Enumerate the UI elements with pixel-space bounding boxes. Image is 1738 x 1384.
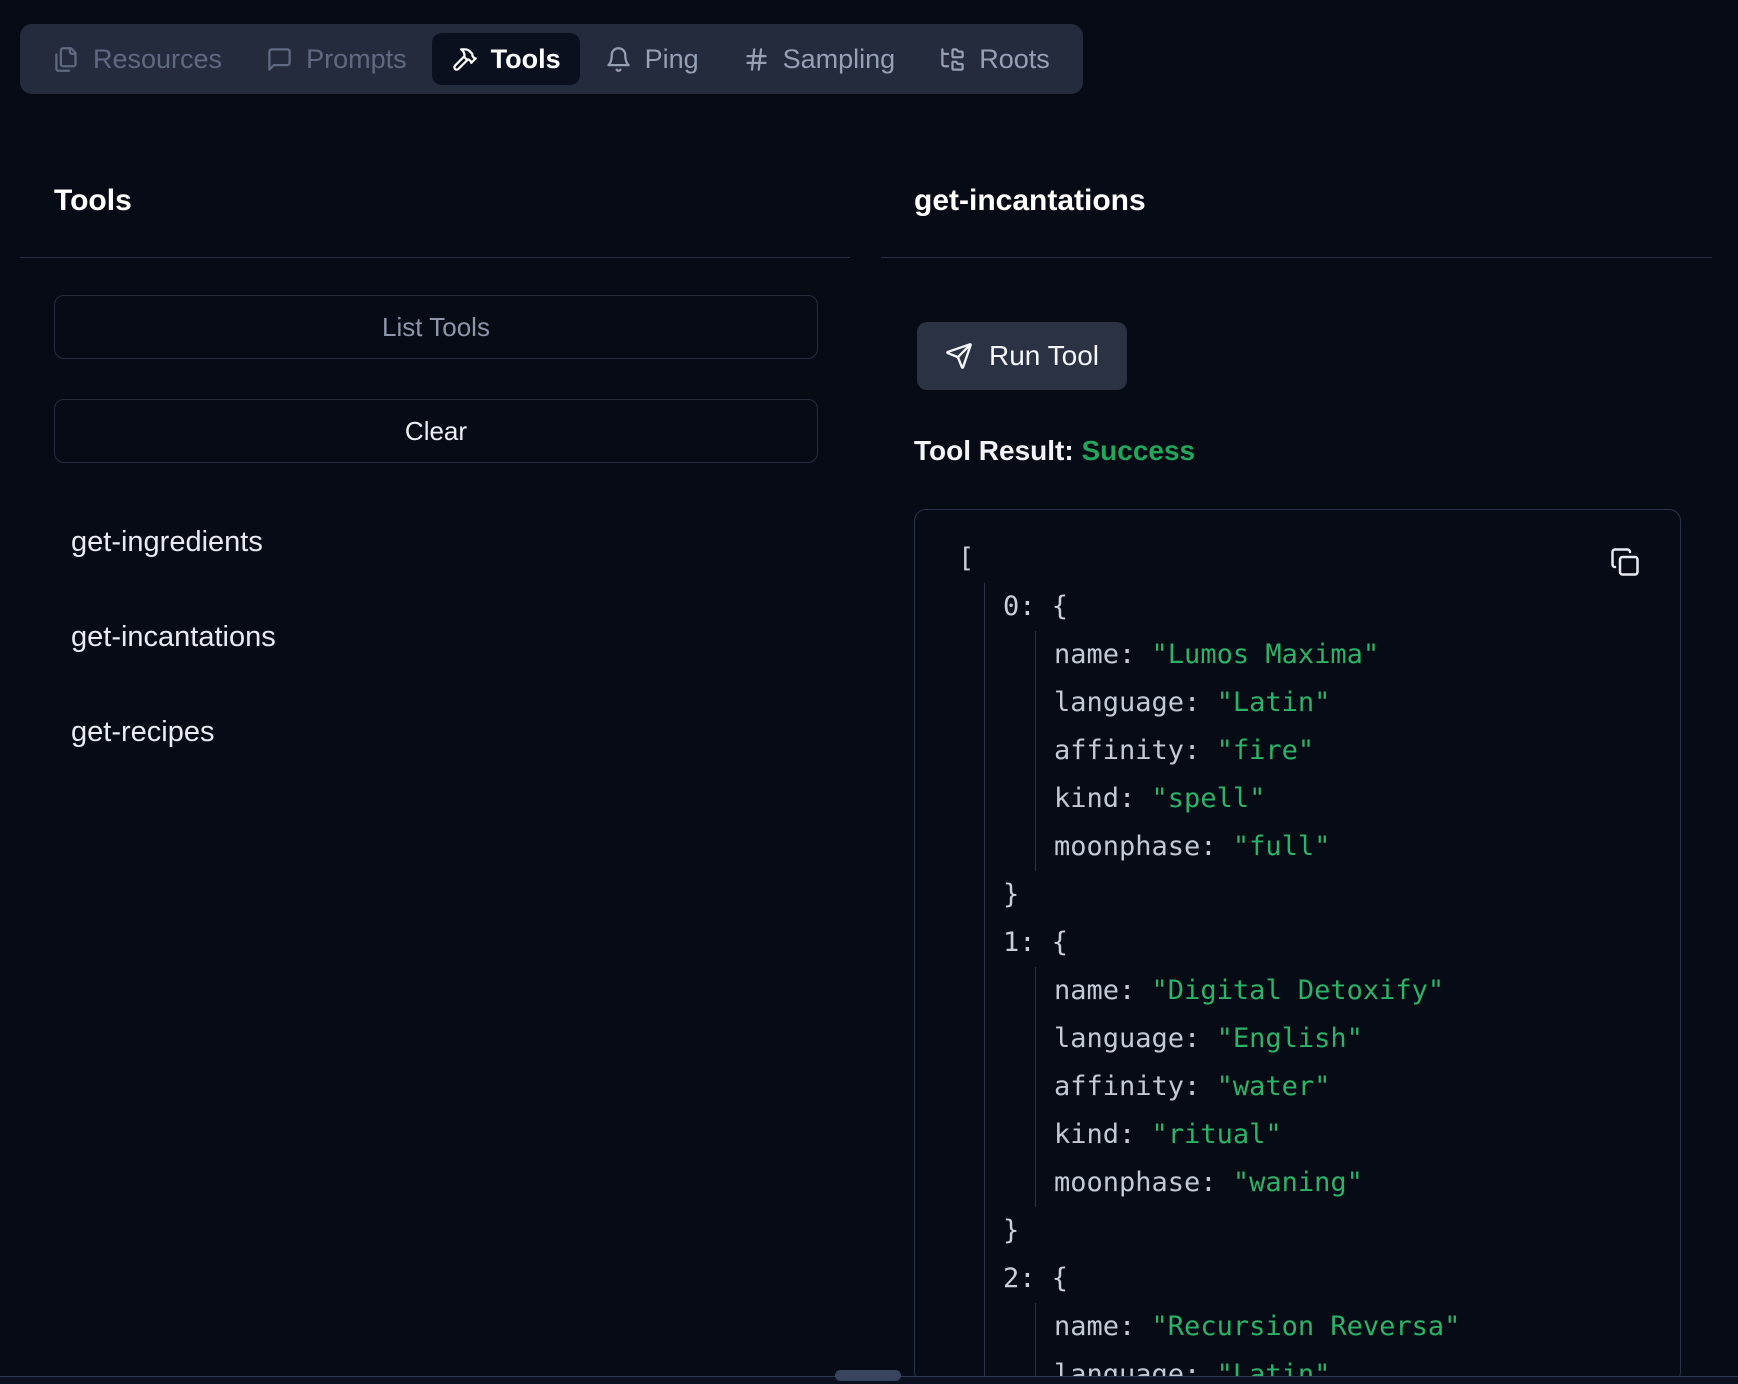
tab-ping[interactable]: Ping [586,33,718,85]
tab-roots[interactable]: Roots [920,33,1069,85]
json-object-level: name: "Recursion Reversa"language: "Lati… [1035,1303,1680,1384]
json-object-level: name: "Lumos Maxima"language: "Latin"aff… [1035,631,1680,871]
tab-label: Prompts [306,44,407,75]
tab-prompts[interactable]: Prompts [247,33,426,85]
send-icon [945,342,973,370]
hash-icon [743,46,770,73]
hammer-icon [451,46,478,73]
tab-label: Tools [491,44,561,75]
tab-label: Ping [645,44,699,75]
json-result-block[interactable]: [0: {name: "Lumos Maxima"language: "Lati… [914,509,1681,1384]
tool-item-get-ingredients[interactable]: get-ingredients [71,525,263,559]
tools-panel: Tools List Tools Clear get-ingredients g… [20,94,850,810]
selected-tool-title: get-incantations [914,183,1712,219]
run-tool-label: Run Tool [989,340,1099,372]
tab-resources[interactable]: Resources [34,33,241,85]
tab-label: Resources [93,44,222,75]
json-row: name: "Lumos Maxima" [1054,631,1680,679]
json-row: 1: { [1003,919,1680,967]
copy-button[interactable] [1610,546,1642,578]
json-object-level: name: "Digital Detoxify"language: "Engli… [1035,967,1680,1207]
panel-divider [20,257,850,258]
json-row: language: "Latin" [1054,679,1680,727]
files-icon [53,46,80,73]
copy-icon [1610,547,1642,577]
json-row: name: "Recursion Reversa" [1054,1303,1680,1351]
json-row: language: "English" [1054,1015,1680,1063]
bell-icon [605,46,632,73]
json-tree: [0: {name: "Lumos Maxima"language: "Lati… [915,510,1680,1384]
run-tool-button[interactable]: Run Tool [917,322,1127,390]
main-tabbar: Resources Prompts Tools Ping Sampling Ro… [20,24,1083,94]
tool-detail-panel: get-incantations Run Tool Tool Result: S… [881,94,1712,1384]
tab-tools[interactable]: Tools [432,33,580,85]
panel-divider [881,257,1712,258]
json-row: affinity: "water" [1054,1063,1680,1111]
tool-item-get-recipes[interactable]: get-recipes [71,715,214,749]
tab-label: Sampling [783,44,896,75]
json-row: [ [958,535,1680,583]
tool-result-row: Tool Result: Success [914,434,1712,468]
json-row: moonphase: "waning" [1054,1159,1680,1207]
tool-result-label: Tool Result: [914,435,1081,466]
tab-label: Roots [979,44,1050,75]
json-row: 2: { [1003,1255,1680,1303]
json-row: } [1003,1207,1680,1255]
folder-tree-icon [939,46,966,73]
json-row: kind: "spell" [1054,775,1680,823]
json-row: kind: "ritual" [1054,1111,1680,1159]
horizontal-scrollbar-thumb[interactable] [835,1370,901,1381]
message-square-icon [266,46,293,73]
tools-panel-title: Tools [54,183,850,219]
tool-result-status: Success [1081,435,1195,466]
json-row: 0: { [1003,583,1680,631]
tab-sampling[interactable]: Sampling [724,33,915,85]
json-row: } [1003,871,1680,919]
json-array-level: 0: {name: "Lumos Maxima"language: "Latin… [984,583,1680,1384]
json-row: name: "Digital Detoxify" [1054,967,1680,1015]
list-tools-button[interactable]: List Tools [54,295,818,359]
tool-list: get-ingredients get-incantations get-rec… [20,525,850,749]
clear-button[interactable]: Clear [54,399,818,463]
json-row: affinity: "fire" [1054,727,1680,775]
json-row: moonphase: "full" [1054,823,1680,871]
tool-item-get-incantations[interactable]: get-incantations [71,620,276,654]
